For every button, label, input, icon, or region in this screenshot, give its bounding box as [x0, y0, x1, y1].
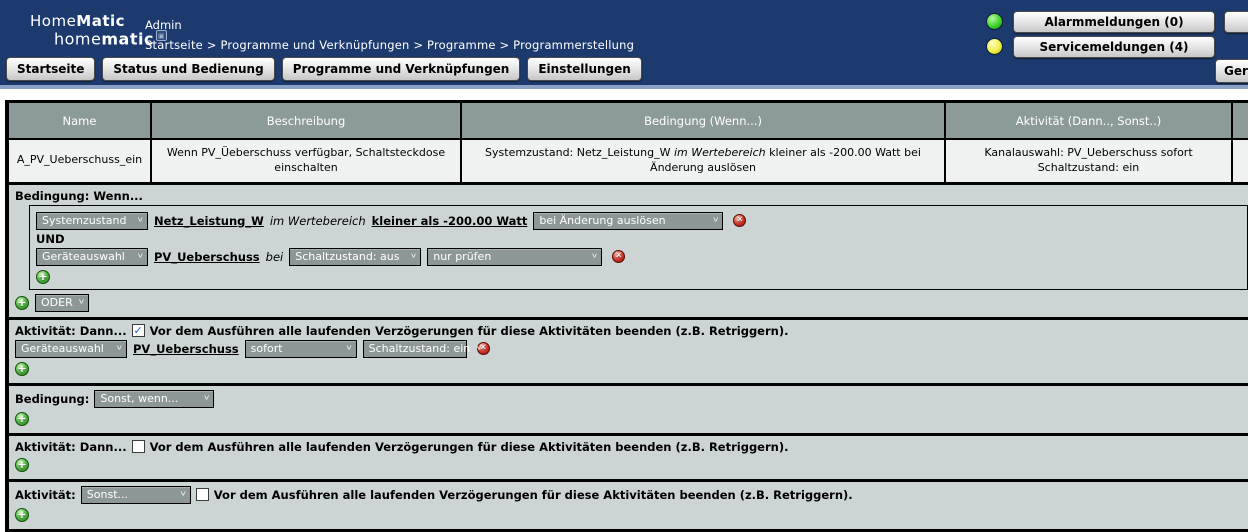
- activity-else-section: Aktivität: Sonst...v Vor dem Ausführen a…: [9, 479, 1248, 529]
- activity-state-select[interactable]: Schaltzustand: einv: [363, 340, 467, 358]
- condition-elseif-section: Bedingung: Sonst, wenn...v +: [9, 383, 1248, 433]
- service-status-led: [986, 38, 1003, 55]
- condition1-trigger-select[interactable]: bei Änderung auslösenv: [533, 212, 723, 230]
- condition2-mode-text: bei: [266, 250, 284, 264]
- add-elseif-condition-icon[interactable]: +: [15, 412, 29, 426]
- condition1-type-select[interactable]: Systemzustandv: [36, 212, 148, 230]
- program-table-row: A_PV_Ueberschuss_ein Wenn PV_Üeberschuss…: [9, 138, 1248, 185]
- chevron-down-icon: v: [411, 252, 416, 260]
- col-partial: [1233, 103, 1248, 138]
- chevron-down-icon: v: [117, 344, 122, 352]
- col-bedingung: Bedingung (Wenn...): [462, 103, 946, 138]
- activity-then2-section: Aktivität: Dann... Vor dem Ausführen all…: [9, 433, 1248, 479]
- cutoff-top-right-button[interactable]: [1224, 11, 1248, 33]
- breadcrumb: Startseite > Programme und Verknüpfungen…: [145, 38, 634, 52]
- condition2-trigger-select[interactable]: nur prüfenv: [427, 248, 602, 266]
- add-condition-icon[interactable]: +: [36, 270, 50, 284]
- condition-operator-label: UND: [36, 232, 1241, 246]
- retrigger-label: Vor dem Ausführen alle laufenden Verzöge…: [150, 324, 789, 338]
- condition-when-section: Bedingung: Wenn... Systemzustandv Netz_L…: [9, 185, 1248, 317]
- chevron-down-icon: v: [713, 216, 718, 224]
- activity-type-select[interactable]: Geräteauswahlv: [15, 340, 127, 358]
- program-editor-panel: Name Beschreibung Bedingung (Wenn...) Ak…: [5, 100, 1248, 532]
- retrigger-label: Vor dem Ausführen alle laufenden Verzöge…: [214, 488, 853, 502]
- condition-combine-row: + ODERv: [15, 294, 1248, 312]
- retrigger-label: Vor dem Ausführen alle laufenden Verzöge…: [150, 440, 789, 454]
- header-bar: HomeMatic homematic▣ Admin Startseite > …: [0, 0, 1248, 89]
- program-description-cell[interactable]: Wenn PV_Üeberschuss verfügbar, Schaltste…: [152, 140, 462, 182]
- activity-then-section: Aktivität: Dann... ✓ Vor dem Ausführen a…: [9, 317, 1248, 383]
- nav-programme-verknuepfungen-button[interactable]: Programme und Verknüpfungen: [282, 57, 521, 81]
- activity-then-row: Geräteauswahlv PV_Ueberschuss sofortv Sc…: [15, 340, 1248, 358]
- geraete-button[interactable]: Gerät: [1215, 59, 1248, 83]
- program-table-header: Name Beschreibung Bedingung (Wenn...) Ak…: [9, 103, 1248, 138]
- program-partial-cell: [1233, 140, 1248, 182]
- activity-then-label: Aktivität: Dann...: [15, 324, 127, 338]
- chevron-down-icon: v: [79, 298, 84, 306]
- main-nav: Startseite Status und Bedienung Programm…: [6, 57, 642, 81]
- chevron-down-icon: v: [204, 394, 209, 402]
- combine-operator-select[interactable]: ODERv: [35, 294, 89, 312]
- retrigger-checkbox-unchecked[interactable]: [132, 440, 145, 453]
- condition2-delete-icon[interactable]: ✕: [612, 250, 625, 263]
- activity-else-label: Aktivität:: [15, 488, 76, 502]
- logo-line2-light: home: [54, 30, 101, 49]
- logo-line1-light: Home: [30, 12, 76, 30]
- condition1-mode-text: im Wertebereich: [270, 214, 366, 228]
- logo-line1-bold: Matic: [76, 12, 125, 30]
- user-label: Admin: [145, 18, 634, 32]
- nav-startseite-button[interactable]: Startseite: [6, 57, 95, 81]
- activity-timing-select[interactable]: sofortv: [245, 340, 357, 358]
- chevron-down-icon: v: [476, 344, 481, 352]
- condition2-type-select[interactable]: Geräteauswahlv: [36, 248, 148, 266]
- condition-group-box: Systemzustandv Netz_Leistung_W im Werteb…: [29, 205, 1248, 290]
- condition-row-1: Systemzustandv Netz_Leistung_W im Werteb…: [36, 212, 1241, 230]
- add-activity-icon[interactable]: +: [15, 362, 29, 376]
- condition1-delete-icon[interactable]: ✕: [733, 214, 746, 227]
- condition1-value-link[interactable]: kleiner als -200.00 Watt: [372, 214, 528, 228]
- activity-line2: Schaltzustand: ein: [952, 161, 1225, 176]
- condition2-channel-link[interactable]: PV_Ueberschuss: [154, 250, 260, 264]
- add-else-activity-icon[interactable]: +: [15, 508, 29, 522]
- chevron-down-icon: v: [592, 252, 597, 260]
- elseif-select[interactable]: Sonst, wenn...v: [94, 390, 214, 408]
- else-select[interactable]: Sonst...v: [81, 486, 191, 504]
- add-condition-group-icon[interactable]: +: [15, 296, 29, 310]
- col-aktivitaet: Aktivität (Dann.., Sonst..): [946, 103, 1233, 138]
- program-name: A_PV_Ueberschuss_ein: [15, 153, 144, 168]
- alarm-status-led: [986, 13, 1003, 30]
- col-name: Name: [9, 103, 152, 138]
- chevron-down-icon: v: [138, 252, 143, 260]
- condition-row-2: Geräteauswahlv PV_Ueberschuss bei Schalt…: [36, 248, 1241, 266]
- program-condition-cell: Systemzustand: Netz_Leistung_W im Werteb…: [462, 140, 946, 182]
- condition2-state-select[interactable]: Schaltzustand: ausv: [289, 248, 421, 266]
- condition-elseif-label: Bedingung:: [15, 392, 89, 406]
- retrigger-checkbox-else[interactable]: [196, 488, 209, 501]
- nav-einstellungen-button[interactable]: Einstellungen: [527, 57, 641, 81]
- program-activity-cell: Kanalauswahl: PV_Ueberschuss sofort Scha…: [946, 140, 1233, 182]
- condition-when-label: Bedingung: Wenn...: [15, 189, 143, 203]
- program-name-cell[interactable]: A_PV_Ueberschuss_ein: [9, 140, 152, 182]
- col-beschreibung: Beschreibung: [152, 103, 462, 138]
- servicemeldungen-button[interactable]: Servicemeldungen (4): [1013, 36, 1215, 58]
- alarmmeldungen-button[interactable]: Alarmmeldungen (0): [1013, 11, 1215, 33]
- condition1-channel-link[interactable]: Netz_Leistung_W: [154, 214, 264, 228]
- add-then2-activity-icon[interactable]: +: [15, 458, 29, 472]
- activity-channel-link[interactable]: PV_Ueberschuss: [133, 342, 239, 356]
- chevron-down-icon: v: [346, 344, 351, 352]
- condition-summary: Systemzustand: Netz_Leistung_W im Werteb…: [468, 146, 938, 176]
- program-description: Wenn PV_Üeberschuss verfügbar, Schaltste…: [158, 146, 454, 176]
- activity-line1: Kanalauswahl: PV_Ueberschuss sofort: [952, 146, 1225, 161]
- activity-then2-label: Aktivität: Dann...: [15, 440, 127, 454]
- chevron-down-icon: v: [180, 490, 185, 498]
- retrigger-checkbox-checked[interactable]: ✓: [132, 324, 145, 337]
- nav-status-bedienung-button[interactable]: Status und Bedienung: [102, 57, 274, 81]
- chevron-down-icon: v: [138, 216, 143, 224]
